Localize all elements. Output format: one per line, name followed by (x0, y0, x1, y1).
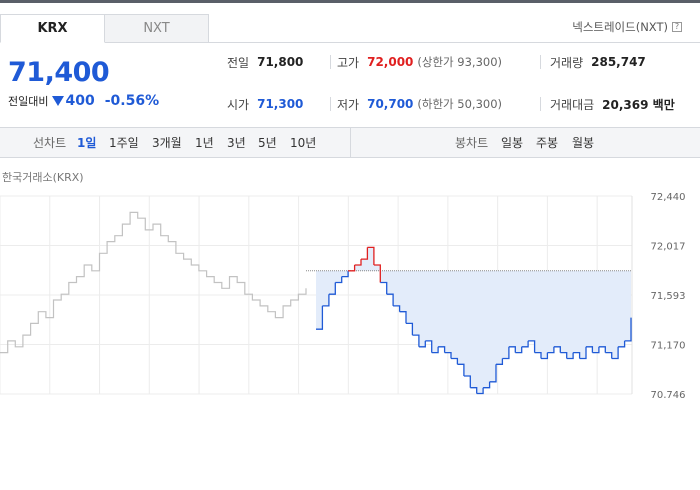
series-segment-today (573, 351, 581, 359)
stat-volume: 거래량 285,747 (550, 53, 646, 71)
stat-value: 71,800 (257, 55, 304, 69)
stat-low: 저가 70,700 (하한가 50,300) (337, 95, 502, 113)
nxt-link[interactable]: 넥스트레이드(NXT) ? (572, 19, 682, 35)
y-tick-label: 71,593 (651, 291, 686, 302)
y-tick-label: 72,017 (651, 242, 686, 253)
current-price: 71,400 (8, 57, 110, 88)
lower-limit: (하한가 50,300) (417, 97, 503, 111)
divider (540, 97, 541, 111)
series-segment-today (348, 265, 356, 272)
series-segment-today (425, 340, 433, 353)
series-segment-today (598, 346, 606, 353)
stat-label: 전일 (227, 55, 250, 70)
series-segment-today (457, 363, 465, 376)
y-tick-label: 72,440 (651, 192, 686, 203)
change-percent: -0.56% (104, 93, 160, 109)
upper-limit: (상한가 93,300) (417, 55, 503, 69)
chart-title: 한국거래소(KRX) (2, 171, 84, 184)
period-3y[interactable]: 3년 (227, 128, 246, 157)
stat-open: 시가 71,300 (227, 95, 303, 113)
series-segment-today (528, 340, 536, 353)
series-segment-today (406, 322, 414, 336)
y-tick-label: 70,746 (651, 390, 686, 398)
tab-krx[interactable]: KRX (0, 14, 105, 43)
series-segment-today (470, 387, 478, 394)
candle-chart-label: 봉차트 (455, 136, 489, 150)
series-segment-today (438, 346, 446, 353)
period-daily[interactable]: 일봉 (501, 128, 523, 157)
divider (540, 55, 541, 69)
y-tick-label: 71,170 (651, 341, 686, 352)
tab-nxt[interactable]: NXT (105, 14, 209, 43)
period-1y[interactable]: 1년 (195, 128, 214, 157)
period-1w[interactable]: 1주일 (109, 128, 139, 157)
stat-label: 시가 (227, 97, 250, 112)
stat-value: 71,300 (257, 97, 304, 111)
series-segment-today (553, 346, 561, 353)
series-segment-today (399, 311, 407, 324)
change-value: 400 (65, 93, 95, 109)
series-segment-today (354, 259, 362, 266)
market-tabs: KRX NXT 넥스트레이드(NXT) ? (0, 14, 700, 43)
period-5y[interactable]: 5년 (258, 128, 277, 157)
series-segment-today (605, 351, 613, 359)
series-segment-today (560, 351, 568, 359)
period-weekly[interactable]: 주봉 (536, 128, 558, 157)
series-segment-today (534, 351, 542, 359)
period-1d[interactable]: 1일 (77, 128, 96, 157)
period-10y[interactable]: 10년 (290, 128, 316, 157)
series-segment-today (508, 346, 516, 353)
series-segment-today (361, 247, 369, 260)
nxt-link-label: 넥스트레이드(NXT) (572, 20, 668, 34)
top-border (0, 0, 700, 3)
stat-label: 거래대금 (550, 97, 595, 112)
stat-value: 285,747 (591, 55, 646, 69)
period-monthly[interactable]: 월봉 (572, 128, 594, 157)
series-segment-today (463, 375, 471, 388)
price-change-row: 전일대비 400 -0.56% (8, 93, 159, 109)
series-area-today (316, 247, 631, 394)
series-segment-today (386, 293, 394, 306)
series-segment-today (451, 357, 459, 365)
period-3m[interactable]: 3개월 (152, 128, 182, 157)
stat-label: 고가 (337, 55, 360, 70)
stat-prev-close: 전일 71,800 (227, 53, 303, 71)
series-segment-today (412, 334, 420, 347)
stat-value: 72,000 (367, 55, 414, 69)
divider (330, 55, 331, 69)
series-segment-today (380, 281, 388, 295)
stat-label: 저가 (337, 97, 360, 112)
quote-stats: 전일 71,800 고가 72,000 (상한가 93,300) 거래량 285… (210, 44, 700, 126)
down-triangle-icon (52, 96, 65, 106)
series-segment-today (393, 305, 401, 312)
stat-value: 20,369 백만 (602, 97, 675, 112)
price-line-chart[interactable]: 72,440 72,017 71,593 71,170 70,746 (0, 188, 700, 398)
series-line-previous (0, 211, 307, 354)
stat-label: 거래량 (550, 55, 584, 70)
chart-period-bar: 선차트 1일 1주일 3개월 1년 3년 5년 10년 봉차트 일봉 주봉 월봉 (0, 127, 700, 158)
line-chart-label: 선차트 (33, 136, 67, 150)
stat-amount: 거래대금 20,369 백만 (550, 95, 675, 113)
stat-value: 70,700 (367, 97, 414, 111)
help-icon[interactable]: ? (672, 22, 682, 32)
series-segment-today (586, 346, 594, 353)
divider (330, 97, 331, 111)
divider (350, 128, 351, 157)
change-label: 전일대비 (8, 95, 49, 108)
stat-high: 고가 72,000 (상한가 93,300) (337, 53, 502, 71)
